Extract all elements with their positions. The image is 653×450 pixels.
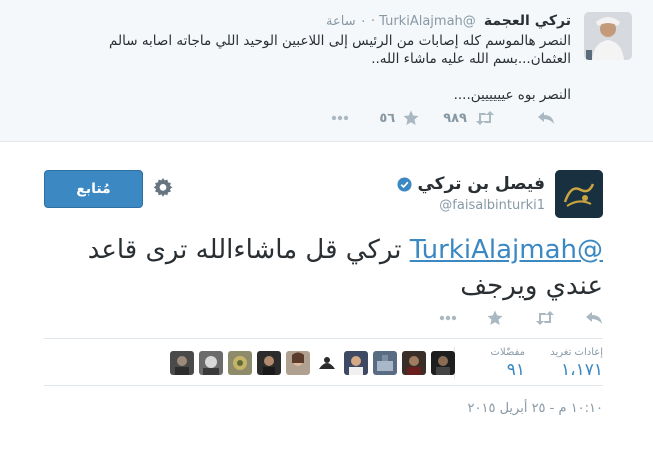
favoriter-avatar[interactable] bbox=[315, 351, 339, 375]
reply-icon bbox=[538, 112, 554, 124]
favoriter-avatar[interactable] bbox=[373, 351, 397, 375]
favoriter-avatar[interactable] bbox=[170, 351, 194, 375]
favoriter-avatar[interactable] bbox=[431, 351, 455, 375]
main-tweet-text: @TurkiAlajmah تركي قل ماشاءالله ترى قاعد… bbox=[33, 232, 603, 304]
main-more-button[interactable] bbox=[439, 315, 457, 321]
favoriters-avatars bbox=[170, 351, 455, 375]
more-dots-icon bbox=[332, 115, 349, 121]
retweets-stat[interactable]: إعادات تغريد ١،١٧١ bbox=[543, 347, 603, 381]
favoriter-avatar[interactable] bbox=[199, 351, 223, 375]
favorite-button[interactable]: ٥٦ bbox=[379, 110, 419, 126]
main-action-bar bbox=[439, 310, 603, 326]
main-author-name-row[interactable]: فيصل بن تركي bbox=[397, 174, 545, 194]
main-author-handle[interactable]: @faisalbinturki1 bbox=[439, 198, 545, 213]
settings-gear-icon[interactable] bbox=[151, 176, 175, 200]
follow-button[interactable]: مُتابع bbox=[44, 170, 143, 208]
favorites-label: مفضّلات bbox=[490, 347, 525, 358]
retweet-icon bbox=[536, 311, 554, 325]
reply-avatar[interactable] bbox=[584, 12, 632, 60]
favorites-stat[interactable]: مفضّلات ٩١ bbox=[465, 347, 525, 381]
reply-icon bbox=[586, 312, 602, 324]
main-retweet-button[interactable] bbox=[535, 311, 555, 325]
reply-action-bar: ٩٨٩ ٥٦ bbox=[331, 110, 555, 126]
tweet-stats: إعادات تغريد ١،١٧١ مفضّلات ٩١ bbox=[44, 338, 603, 386]
favorite-star-icon bbox=[487, 310, 503, 325]
tweet-timestamp[interactable]: ١٠:١٠ م - ٢٥ أبريل ٢٠١٥ bbox=[468, 401, 604, 416]
reply-tweet[interactable]: تركي العجمة @TurkiAlajmah · ٠ ساعة النصر… bbox=[0, 0, 653, 142]
more-button[interactable] bbox=[331, 115, 349, 121]
reply-author-name[interactable]: تركي العجمة bbox=[484, 13, 571, 29]
favoriter-avatar[interactable] bbox=[344, 351, 368, 375]
reply-text-line-1: النصر هالموسم كله إصابات من الرئيس إلى ا… bbox=[109, 33, 571, 67]
reply-button[interactable] bbox=[537, 111, 555, 125]
favorite-star-icon bbox=[403, 110, 419, 125]
reply-tweet-text: النصر هالموسم كله إصابات من الرئيس إلى ا… bbox=[51, 32, 571, 104]
favoriter-avatar[interactable] bbox=[286, 351, 310, 375]
more-dots-icon bbox=[439, 315, 457, 321]
reply-time-text: ٠ ساعة bbox=[326, 14, 367, 29]
reply-time[interactable]: · ٠ ساعة bbox=[326, 14, 375, 29]
reply-text-line-2: النصر بوه عيييييين.... bbox=[453, 87, 571, 103]
retweets-label: إعادات تغريد bbox=[550, 347, 603, 358]
reply-retweet-count: ٩٨٩ bbox=[443, 110, 467, 126]
favoriter-avatar[interactable] bbox=[228, 351, 252, 375]
favorites-count: ٩١ bbox=[506, 360, 525, 380]
main-reply-button[interactable] bbox=[585, 311, 603, 325]
main-avatar[interactable] bbox=[555, 170, 603, 218]
main-favorite-button[interactable] bbox=[487, 310, 503, 326]
favoriter-avatar[interactable] bbox=[257, 351, 281, 375]
reply-header: تركي العجمة @TurkiAlajmah · ٠ ساعة bbox=[326, 12, 571, 31]
reply-author-handle[interactable]: @TurkiAlajmah bbox=[379, 14, 476, 29]
reply-favorite-count: ٥٦ bbox=[379, 110, 396, 126]
mention-link[interactable]: @TurkiAlajmah bbox=[410, 235, 603, 265]
retweet-button[interactable]: ٩٨٩ bbox=[443, 111, 495, 126]
verified-badge-icon bbox=[397, 176, 412, 192]
main-author-name[interactable]: فيصل بن تركي bbox=[417, 174, 545, 194]
retweets-count: ١،١٧١ bbox=[560, 360, 603, 380]
favoriter-avatar[interactable] bbox=[402, 351, 426, 375]
retweet-icon bbox=[476, 111, 494, 125]
